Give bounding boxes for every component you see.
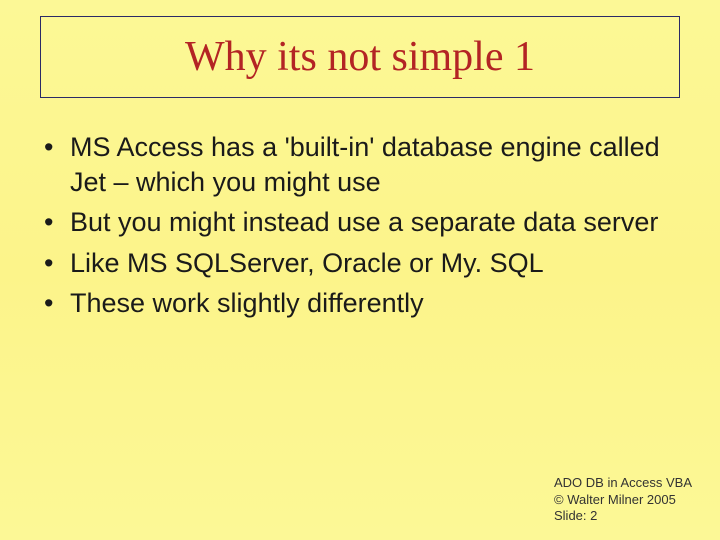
title-box: Why its not simple 1	[40, 16, 680, 98]
list-item: These work slightly differently	[36, 286, 684, 321]
slide: Why its not simple 1 MS Access has a 'bu…	[0, 0, 720, 540]
list-item: MS Access has a 'built-in' database engi…	[36, 130, 684, 199]
slide-body: MS Access has a 'built-in' database engi…	[36, 130, 684, 327]
list-item: Like MS SQLServer, Oracle or My. SQL	[36, 246, 684, 281]
slide-title: Why its not simple 1	[185, 33, 535, 81]
footer-line-2: © Walter Milner 2005	[554, 492, 692, 508]
slide-footer: ADO DB in Access VBA © Walter Milner 200…	[554, 475, 692, 524]
footer-line-1: ADO DB in Access VBA	[554, 475, 692, 491]
list-item: But you might instead use a separate dat…	[36, 205, 684, 240]
bullet-list: MS Access has a 'built-in' database engi…	[36, 130, 684, 321]
footer-line-3: Slide: 2	[554, 508, 692, 524]
